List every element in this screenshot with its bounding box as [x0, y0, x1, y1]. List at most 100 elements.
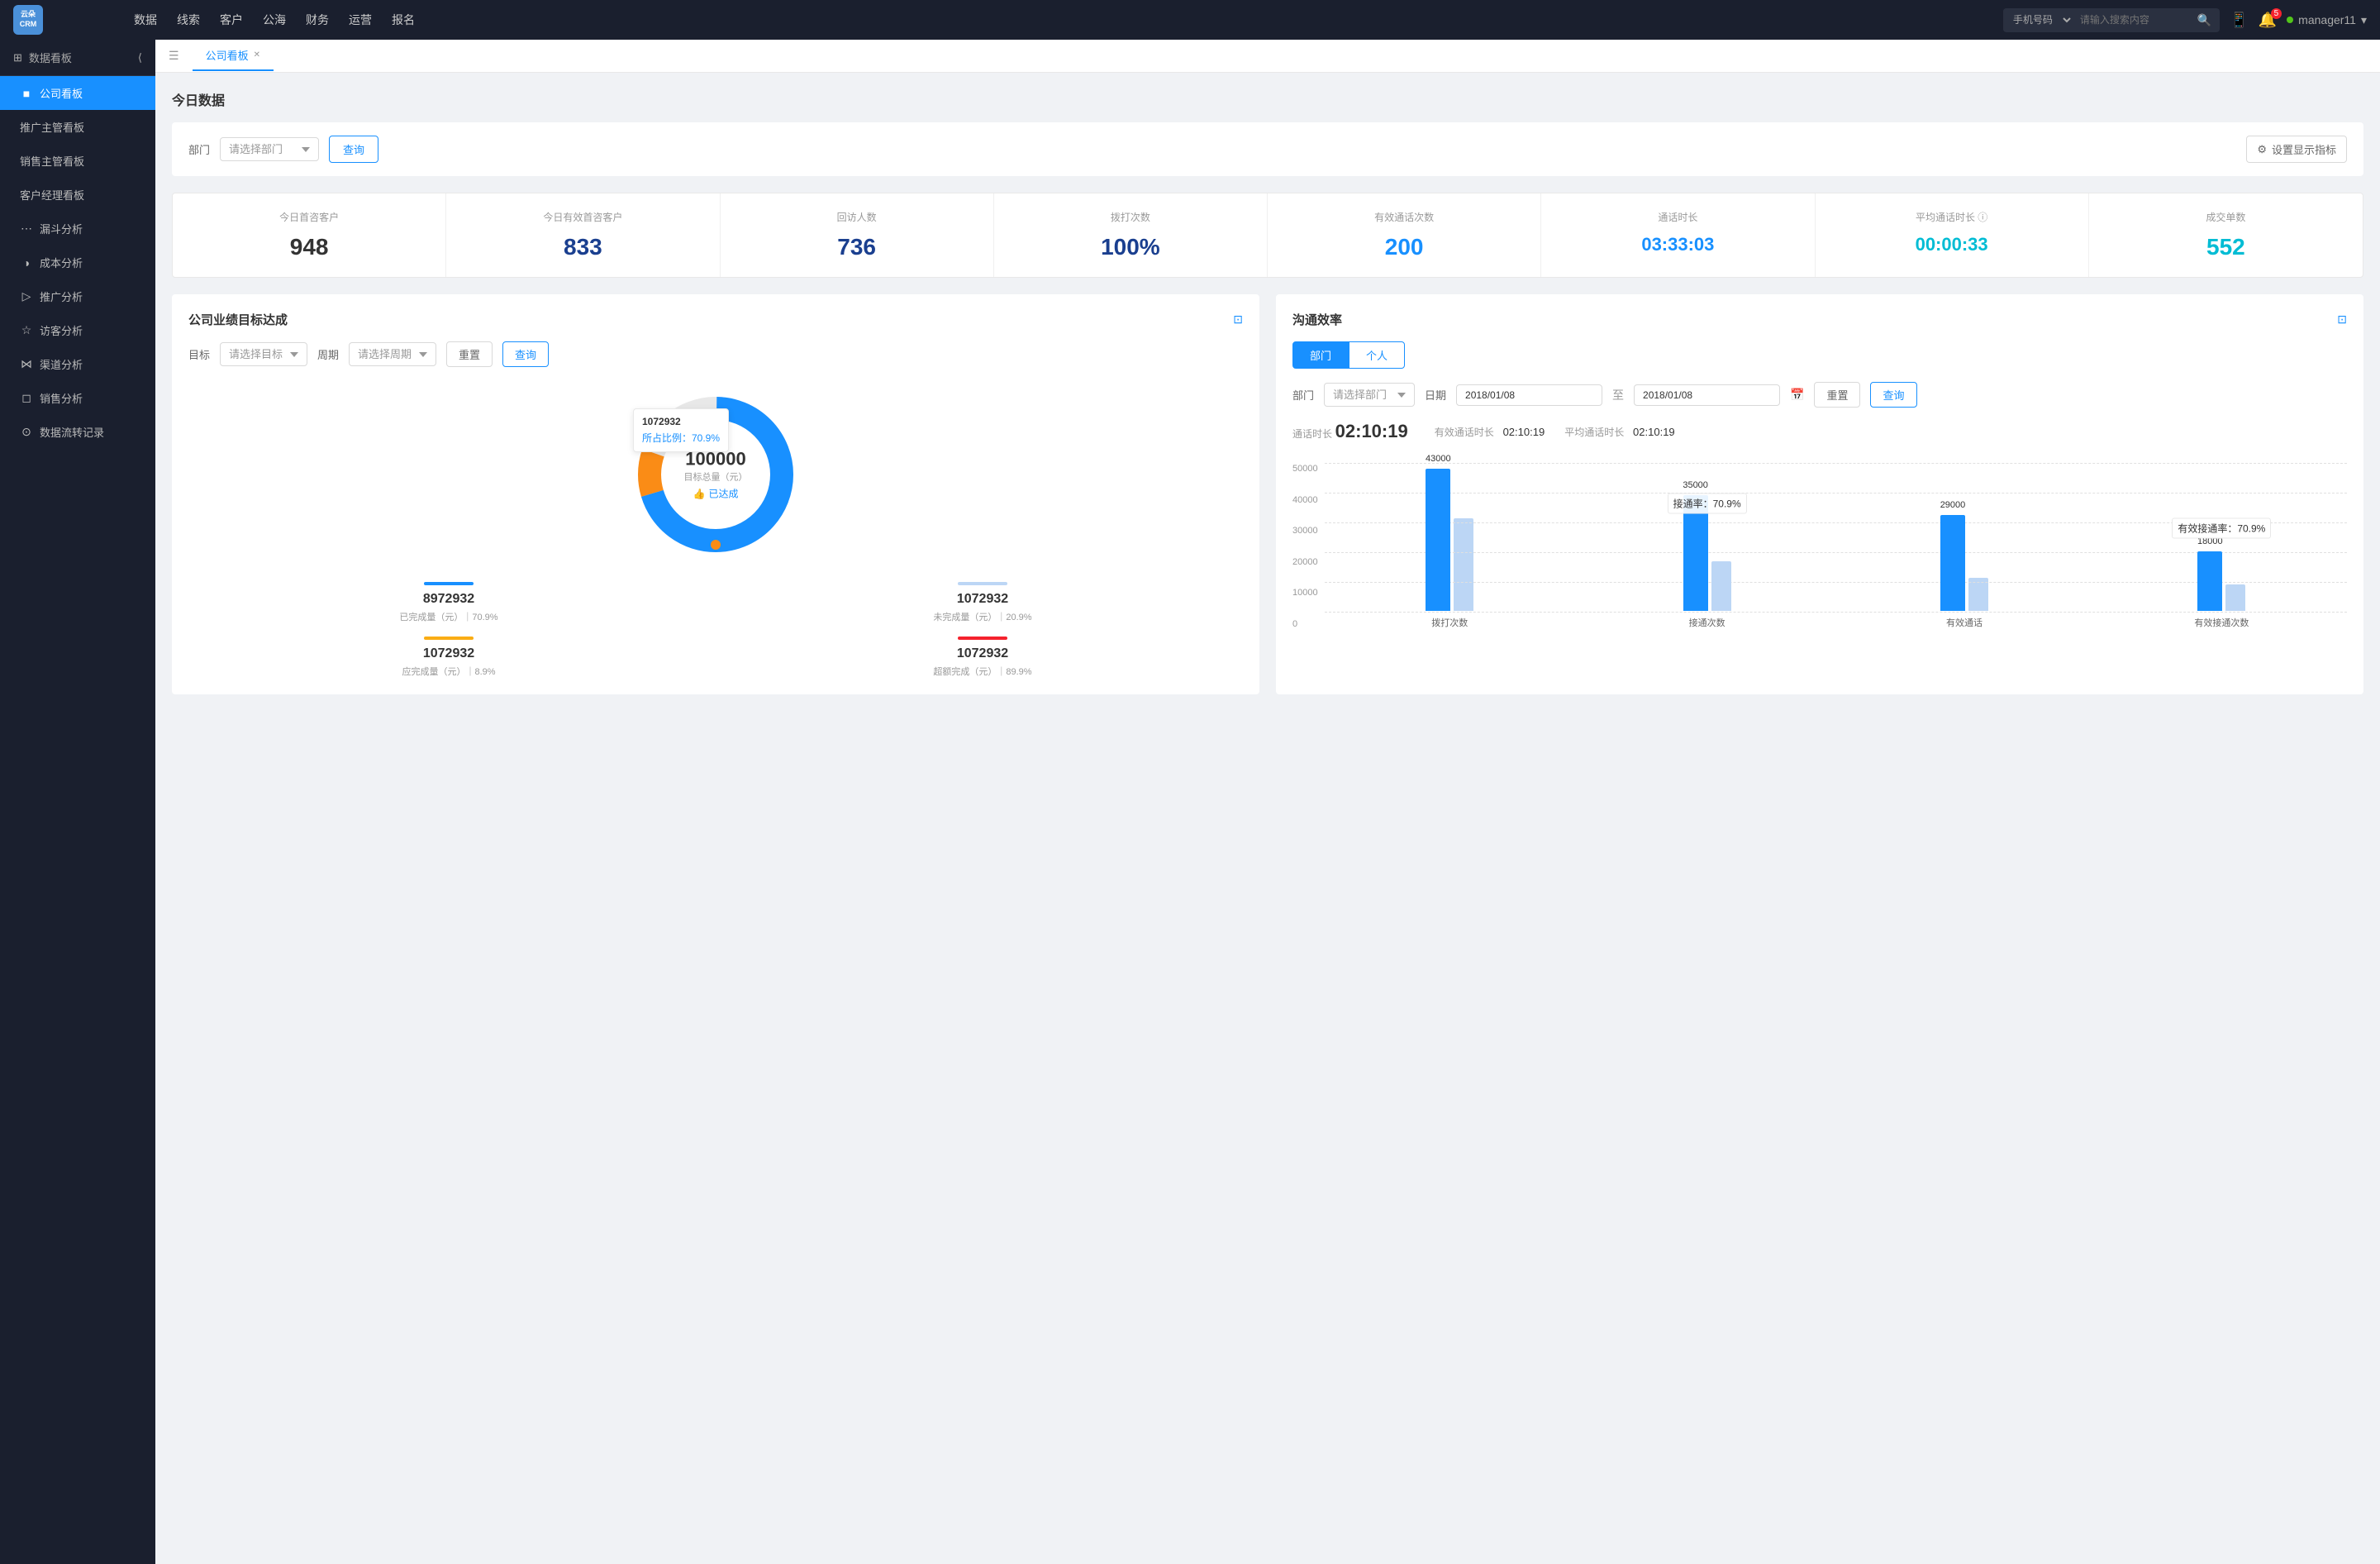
bar-pair-dial: 43000: [1426, 446, 1473, 611]
bar-pair-effective: 29000: [1940, 446, 1988, 611]
incomplete-value: 1072932: [722, 592, 1243, 607]
sidebar-item-sales-analysis[interactable]: ◻ 销售分析: [0, 381, 155, 415]
bar-pair-connect: 35000 接通率：70.9%: [1683, 446, 1731, 611]
goal-reset-button[interactable]: 重置: [446, 341, 493, 367]
donut-label: 目标总量（元）: [684, 470, 748, 484]
nav-finance[interactable]: 财务: [304, 8, 331, 31]
sidebar-item-label: 渠道分析: [40, 356, 83, 372]
sidebar-section-icon: ⊞: [13, 51, 22, 64]
sidebar-item-company-board[interactable]: ■ 公司看板: [0, 76, 155, 110]
search-type-select[interactable]: 手机号码: [2003, 8, 2073, 31]
y-label-20k: 20000: [1292, 557, 1318, 567]
today-query-button[interactable]: 查询: [329, 136, 378, 163]
tab-bar: ☰ 公司看板 ✕: [155, 40, 2380, 73]
eff-dept-label: 部门: [1292, 387, 1314, 403]
cost-icon: ◑: [20, 256, 33, 269]
settings-label: 设置显示指标: [2272, 141, 2336, 157]
eff-expand-icon[interactable]: ⊡: [2337, 312, 2347, 327]
goal-select[interactable]: 请选择目标: [220, 342, 307, 366]
goal-label: 目标: [188, 346, 210, 362]
donut-sublabel: 👍 已达成: [684, 487, 748, 501]
eff-reset-button[interactable]: 重置: [1814, 382, 1860, 408]
bar-chart: 0 10000 20000 30000 40000 50000: [1292, 455, 2347, 637]
eff-connect-rate-label: 有效接通率：70.9%: [2172, 518, 2271, 539]
eff-tab-dept[interactable]: 部门: [1292, 341, 1349, 369]
bar-dial-blue: 43000: [1426, 469, 1450, 611]
nav-leads[interactable]: 线索: [175, 8, 202, 31]
today-data-title: 今日数据: [172, 89, 2363, 109]
main-content: ☰ 公司看板 ✕ 今日数据 部门 请选择部门 查询: [155, 40, 2380, 1564]
company-board-icon: ■: [20, 87, 33, 100]
bar-dial-blue-label: 43000: [1426, 454, 1451, 464]
goal-stat-incomplete: 1072932 未完成量（元）｜20.9%: [722, 582, 1243, 623]
sidebar-item-channel[interactable]: ⋈ 渠道分析: [0, 347, 155, 381]
nav-signup[interactable]: 报名: [390, 8, 416, 31]
sidebar-item-customer-manager[interactable]: 客户经理看板: [0, 178, 155, 212]
eff-tab-person[interactable]: 个人: [1349, 341, 1405, 369]
stat-label-4: 有效通话次数: [1281, 210, 1527, 224]
stat-value-7: 552: [2102, 234, 2349, 260]
sidebar-item-data-flow[interactable]: ⊙ 数据流转记录: [0, 415, 155, 449]
eff-effective-value: 02:10:19: [1503, 426, 1545, 438]
notification-icon[interactable]: 🔔 5: [2259, 12, 2277, 29]
eff-dept-select[interactable]: 请选择部门: [1324, 383, 1415, 407]
stat-label-1: 今日有效首咨客户: [459, 210, 706, 224]
nav-data[interactable]: 数据: [132, 8, 159, 31]
goal-expand-icon[interactable]: ⊡: [1233, 312, 1243, 327]
stat-first-consult: 今日首咨客户 948: [173, 193, 446, 277]
nav-public-sea[interactable]: 公海: [261, 8, 288, 31]
sidebar: ⊞ 数据看板 ⟨ ■ 公司看板 推广主管看板 销售主管看板 客户经理看板 ⋯ 漏…: [0, 40, 155, 1564]
eff-date-to[interactable]: [1634, 384, 1780, 406]
stats-row: 今日首咨客户 948 今日有效首咨客户 833 回访人数 736 拨打次数 10…: [172, 193, 2363, 278]
bar-connect-blue-label: 35000: [1683, 480, 1708, 490]
nav-ops[interactable]: 运营: [347, 8, 374, 31]
sidebar-item-promote-manager[interactable]: 推广主管看板: [0, 110, 155, 144]
search-input[interactable]: [2073, 9, 2189, 31]
sidebar-item-label: 销售分析: [40, 390, 83, 406]
donut-tooltip: 1072932 所占比例：70.9%: [633, 408, 729, 452]
calendar-icon: 📅: [1790, 388, 1804, 402]
eff-date-from[interactable]: [1456, 384, 1602, 406]
settings-icon: ⚙: [2257, 143, 2267, 156]
tab-close-icon[interactable]: ✕: [254, 50, 260, 60]
eff-query-button[interactable]: 查询: [1870, 382, 1916, 408]
user-dropdown-icon: ▾: [2361, 13, 2367, 27]
monitor-icon[interactable]: 📱: [2230, 12, 2248, 29]
stat-label-0: 今日首咨客户: [186, 210, 432, 224]
dept-select[interactable]: 请选择部门: [220, 137, 319, 161]
bar-group-eff-connect: 18000 有效接通率：70.9% 有效接通次数: [2097, 446, 2347, 629]
tab-company-board[interactable]: 公司看板 ✕: [193, 41, 274, 71]
sidebar-item-sales-manager[interactable]: 销售主管看板: [0, 144, 155, 178]
y-label-40k: 40000: [1292, 495, 1318, 505]
stat-label-2: 回访人数: [734, 210, 980, 224]
sidebar-item-cost[interactable]: ◑ 成本分析: [0, 246, 155, 279]
bars-container: 43000 拨打次数: [1325, 464, 2347, 629]
settings-display-button[interactable]: ⚙ 设置显示指标: [2246, 136, 2347, 163]
menu-toggle-icon[interactable]: ☰: [169, 49, 179, 63]
overachieve-desc: 超额完成（元）｜89.9%: [722, 665, 1243, 678]
bar-effective-blue: 29000: [1940, 515, 1965, 611]
user-menu[interactable]: manager11 ▾: [2287, 13, 2367, 27]
efficiency-panel: 沟通效率 ⊡ 部门 个人 部门 请选择部门 日期: [1276, 294, 2363, 694]
search-button[interactable]: 🔍: [2189, 8, 2220, 32]
sidebar-item-label: 销售主管看板: [20, 153, 84, 169]
bar-label-dial: 拨打次数: [1431, 616, 1468, 629]
bar-group-connect: 35000 接通率：70.9% 接通次数: [1582, 446, 1832, 629]
eff-talk-value: 02:10:19: [1335, 421, 1408, 441]
sidebar-item-promote-analysis[interactable]: ▷ 推广分析: [0, 279, 155, 313]
sidebar-item-label: 漏斗分析: [40, 221, 83, 236]
sidebar-item-label: 推广主管看板: [20, 119, 84, 135]
period-select[interactable]: 请选择周期: [349, 342, 436, 366]
goal-stat-completed: 8972932 已完成量（元）｜70.9%: [188, 582, 709, 623]
sidebar-item-funnel[interactable]: ⋯ 漏斗分析: [0, 212, 155, 246]
logo-icon: 云朵CRM: [13, 5, 43, 35]
sidebar-item-label: 成本分析: [40, 255, 83, 270]
promote-icon: ▷: [20, 289, 33, 303]
flow-icon: ⊙: [20, 425, 33, 439]
sidebar-item-visitor[interactable]: ☆ 访客分析: [0, 313, 155, 347]
incomplete-desc: 未完成量（元）｜20.9%: [722, 610, 1243, 623]
eff-effective-time: 有效通话时长 02:10:19: [1435, 425, 1545, 439]
goal-query-button[interactable]: 查询: [502, 341, 549, 367]
sidebar-collapse-icon[interactable]: ⟨: [138, 51, 142, 64]
nav-customers[interactable]: 客户: [218, 8, 245, 31]
